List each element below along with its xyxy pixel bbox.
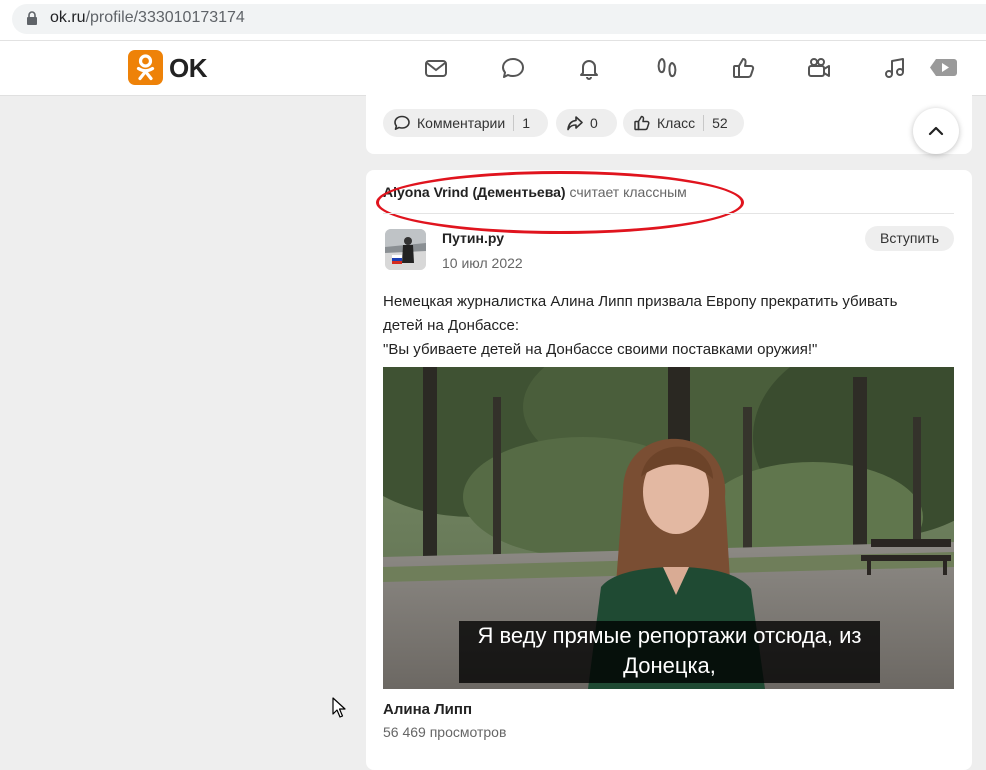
- video-subtitles: Я веду прямые репортажи отсюда, из Донец…: [459, 621, 880, 683]
- guests-icon[interactable]: [654, 55, 680, 81]
- url-text[interactable]: ok.ru/profile/333010173174: [50, 9, 245, 27]
- klass-button[interactable]: Класс 52: [623, 109, 744, 137]
- divider: [383, 213, 954, 214]
- video-title-link[interactable]: Алина Липп: [383, 701, 472, 718]
- share-icon: [567, 116, 583, 131]
- post-text-line: "Вы убиваете детей на Донбассе своими по…: [383, 341, 818, 358]
- group-avatar[interactable]: [385, 229, 426, 270]
- url-host: ok.ru: [50, 9, 86, 26]
- ok-logo-icon[interactable]: [128, 50, 163, 85]
- mail-icon[interactable]: [423, 55, 449, 81]
- share-button[interactable]: 0: [556, 109, 617, 137]
- shares-count: 0: [590, 115, 598, 131]
- comments-button[interactable]: Комментарии 1: [383, 109, 548, 137]
- post-text-line: Немецкая журналистка Алина Липп призвала…: [383, 293, 898, 310]
- logo-text[interactable]: OK: [169, 53, 208, 84]
- video-play-icon[interactable]: [928, 55, 958, 81]
- separator: [513, 115, 515, 131]
- comments-label: Комментарии: [417, 115, 506, 131]
- separator: [703, 115, 705, 131]
- chat-icon[interactable]: [500, 55, 526, 81]
- scroll-up-button[interactable]: [913, 108, 959, 154]
- post-text: Немецкая журналистка Алина Липп призвала…: [383, 290, 953, 362]
- bell-icon[interactable]: [576, 55, 602, 81]
- red-highlight-annotation: [376, 171, 744, 234]
- mouse-cursor-icon: [332, 697, 346, 718]
- like-icon: [634, 115, 650, 131]
- post-text-line: детей на Донбассе:: [383, 317, 520, 334]
- chevron-up-icon: [928, 126, 944, 136]
- video-views-count: 56 469 просмотров: [383, 724, 507, 740]
- subtitle-line: Донецка,: [623, 653, 716, 678]
- lock-icon: [27, 11, 37, 25]
- klass-label: Класс: [657, 115, 696, 131]
- comment-icon: [394, 115, 410, 130]
- join-button[interactable]: Вступить: [865, 226, 954, 251]
- like-icon[interactable]: [731, 55, 757, 81]
- group-name-link[interactable]: Путин.ру: [442, 230, 504, 246]
- post-date[interactable]: 10 июл 2022: [442, 255, 523, 271]
- video-camera-icon[interactable]: [806, 55, 832, 81]
- url-path: /profile/333010173174: [85, 9, 245, 26]
- browser-address-bar: ok.ru/profile/333010173174: [0, 0, 986, 41]
- comments-count: 1: [522, 115, 530, 131]
- top-nav: OK: [0, 41, 986, 96]
- klass-count: 52: [712, 115, 728, 131]
- subtitle-line: Я веду прямые репортажи отсюда, из: [477, 623, 862, 648]
- music-icon[interactable]: [882, 55, 908, 81]
